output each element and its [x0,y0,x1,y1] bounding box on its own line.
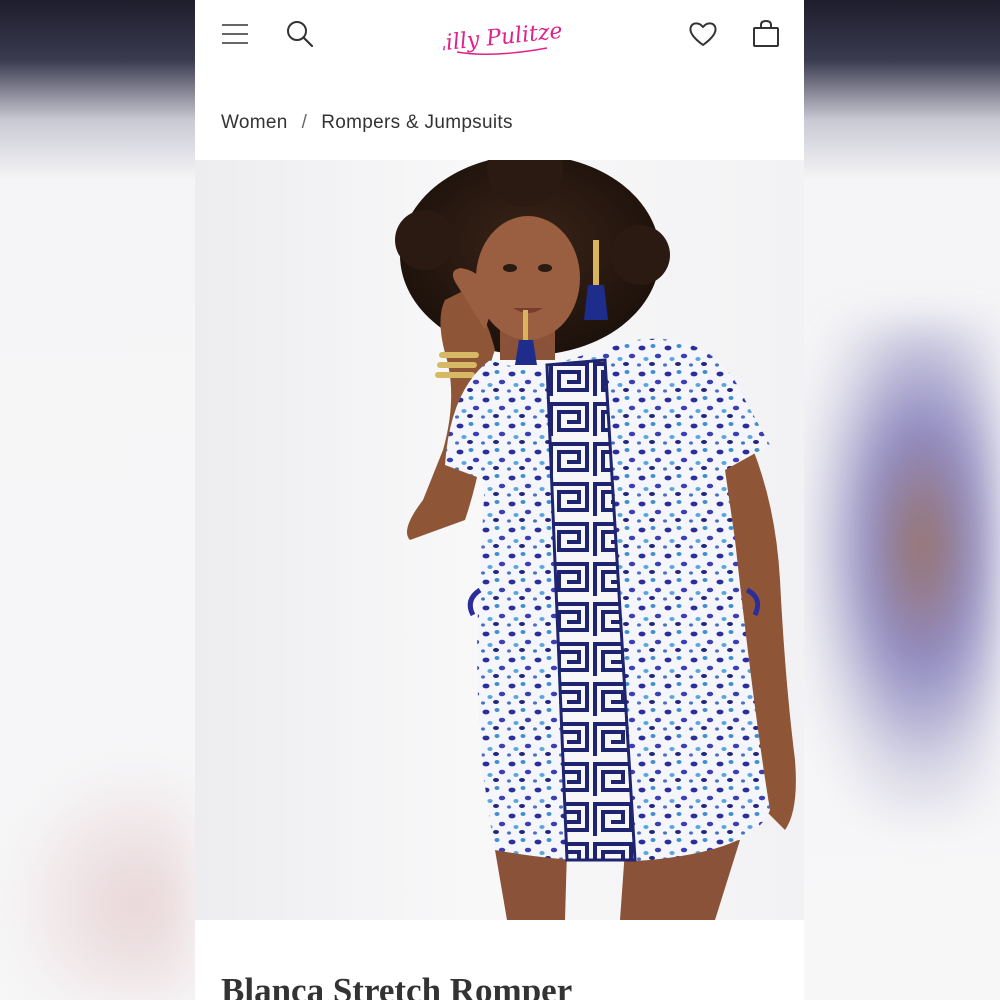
heart-icon[interactable] [686,17,720,51]
search-icon[interactable] [283,17,317,51]
breadcrumb-rompers-jumpsuits[interactable]: Rompers & Jumpsuits [321,112,513,134]
background-blur-left [0,760,195,1000]
product-title: Blanca Stretch Romper [221,971,573,1000]
background-blur-right [805,320,1000,820]
product-page: Lilly Pulitzer Women / Rompers & Jumpsui… [195,0,804,1000]
breadcrumb: Women / Rompers & Jumpsuits [221,110,513,136]
site-header: Lilly Pulitzer [195,0,804,70]
product-image[interactable] [195,160,804,920]
brand-logo[interactable]: Lilly Pulitzer [443,6,561,62]
brand-logo-text: Lilly Pulitzer [443,17,561,57]
breadcrumb-separator: / [301,112,308,133]
menu-icon[interactable] [219,17,253,51]
breadcrumb-women[interactable]: Women [221,112,288,134]
shopping-bag-icon[interactable] [749,17,783,51]
